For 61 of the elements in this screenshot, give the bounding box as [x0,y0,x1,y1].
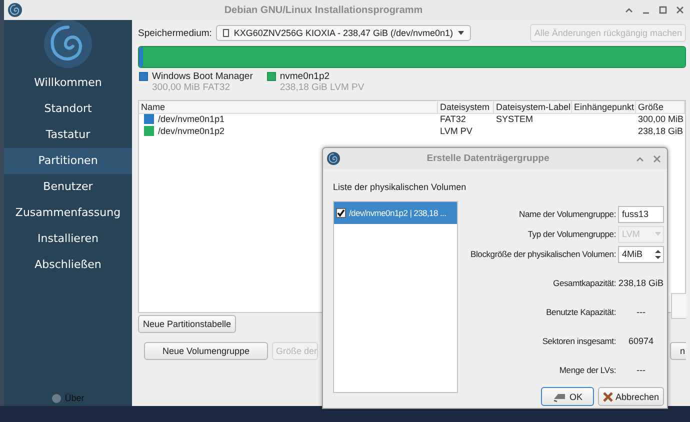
sidebar-item[interactable]: Abschließen [4,252,132,278]
field-label: Typ der Volumengruppe: [526,229,616,239]
close-icon[interactable] [676,6,684,14]
field-label: Benutzte Kapazität: [545,306,616,316]
column-header[interactable]: Dateisystem [438,101,494,114]
field-label: Sektoren insgesamt: [541,336,616,346]
info-value: --- [636,364,646,374]
info-value: 60974 [627,336,655,346]
column-header[interactable]: Dateisystem-Label [494,101,572,114]
block-size-spinbox[interactable]: 4MiB [618,246,664,262]
cancel-button[interactable]: Abbrechen [598,387,664,406]
maximize-icon[interactable] [659,6,667,14]
side-button[interactable]: n [670,342,686,360]
table-cell: 300,00 MiB [638,114,684,124]
sidebar-item[interactable]: Willkommen [4,70,132,96]
collapse-icon[interactable] [636,156,644,162]
storage-dropdown[interactable]: KXG60ZNV256G KIOXIA - 238,47 GiB (/dev/nvme0n1) [216,25,472,41]
cross-icon [603,392,614,402]
column-header[interactable]: Einhängepunkt [572,101,636,114]
storage-label: Speichermedium: [138,28,212,38]
sidebar-item[interactable]: Partitionen [4,148,132,174]
new-partition-table-button[interactable]: Neue Partitionstabelle [138,315,236,333]
table-cell: LVM PV [440,126,472,136]
new-volume-group-button[interactable]: Neue Volumengruppe [144,342,268,360]
name-field[interactable]: fuss13 [618,206,664,222]
sidebar-item[interactable]: Standort [4,96,132,122]
legend-detail: 300,00 MiB FAT32 [152,82,231,93]
table-cell: SYSTEM [496,114,534,124]
info-value: 238,18 GiB [618,278,664,288]
ok-button[interactable]: OK [541,387,594,406]
field-label: Menge der LVs: [558,364,616,374]
volume-list-item[interactable]: /dev/nvme0n1p2 | 238,18 ... [334,202,457,224]
debian-logo-icon [8,3,22,17]
sidebar-item[interactable]: Benutzer [4,174,132,200]
legend-detail: 238,18 GiB LVM PV [280,82,364,93]
field-label: Gesamtkapazität: [552,278,616,288]
legend-name: nvme0n1p2 [280,71,331,82]
info-value: --- [636,306,646,316]
checkbox[interactable] [336,208,346,218]
debian-logo-icon [44,20,92,68]
column-header[interactable]: Name [139,101,438,114]
drive-icon [222,29,229,37]
column-header[interactable]: Größe [636,101,685,114]
sidebar-item[interactable]: Installieren [4,226,132,252]
info-icon [52,394,61,402]
field-label: Blockgröße der physikalischen Volumen: [470,249,616,259]
spin-arrows-icon[interactable] [655,248,661,260]
dialog-title: Erstelle Datenträgergruppe [426,153,550,164]
field-label: Name der Volumengruppe: [518,209,616,219]
sidebar-item[interactable]: Tastatur [4,122,132,148]
legend-name: Windows Boot Manager [152,71,253,82]
list-title: Liste der physikalischen Volumen [333,182,466,192]
table-cell: /dev/nvme0n1p2 [158,126,225,136]
window-title: Debian GNU/Linux Installationsprogramm [223,4,424,16]
table-cell: 238,18 GiB [638,126,684,136]
collapse-icon[interactable] [625,7,633,13]
sidebar-item[interactable]: Zusammenfassung [4,200,132,226]
table-cell: /dev/nvme0n1p1 [158,114,225,124]
close-icon[interactable] [653,154,661,162]
debian-logo-icon [327,152,340,165]
table-cell: FAT32 [440,114,466,124]
